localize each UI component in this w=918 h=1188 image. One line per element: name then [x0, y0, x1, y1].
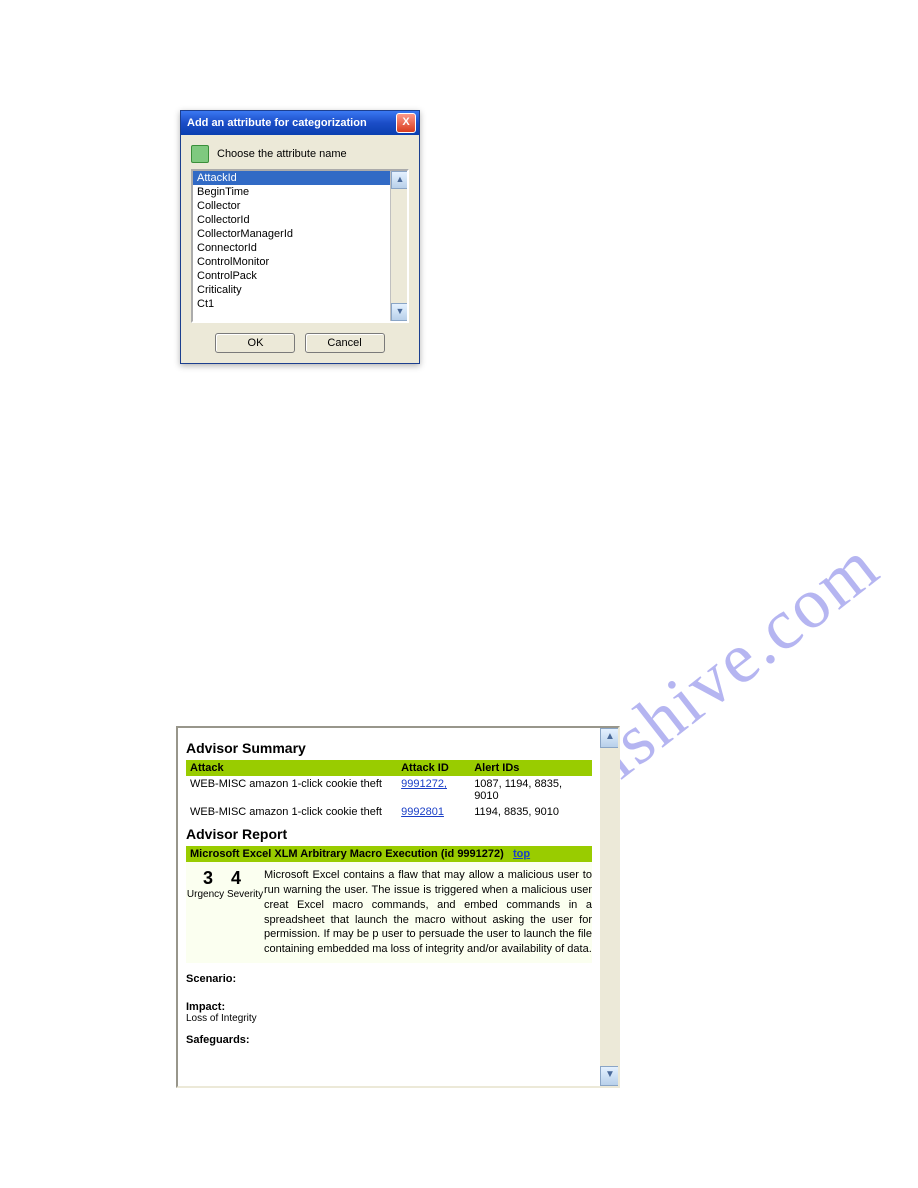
table-header-row: Attack Attack ID Alert IDs [186, 760, 592, 776]
scroll-up-icon[interactable]: ▲ [391, 171, 409, 189]
urgency-label: Urgency [187, 889, 224, 900]
table-row: WEB-MISC amazon 1-click cookie theft 999… [186, 776, 592, 804]
report-header-bar: Microsoft Excel XLM Arbitrary Macro Exec… [186, 846, 592, 862]
list-item[interactable]: CollectorId [193, 213, 391, 227]
scenario-heading: Scenario: [186, 973, 592, 985]
metric-numbers: 34 [186, 868, 264, 889]
top-link[interactable]: top [513, 848, 530, 860]
list-item[interactable]: Collector [193, 199, 391, 213]
cancel-button[interactable]: Cancel [305, 333, 385, 353]
choose-label: Choose the attribute name [217, 148, 347, 160]
scroll-down-icon[interactable]: ▼ [600, 1066, 620, 1086]
report-description: Microsoft Excel contains a flaw that may… [264, 868, 592, 957]
scroll-down-icon[interactable]: ▼ [391, 303, 409, 321]
cell-alerts: 1087, 1194, 8835, 9010 [470, 776, 592, 804]
scroll-up-icon[interactable]: ▲ [600, 728, 620, 748]
col-attack: Attack [186, 760, 397, 776]
ok-button[interactable]: OK [215, 333, 295, 353]
col-alert-ids: Alert IDs [470, 760, 592, 776]
list-item[interactable]: CollectorManagerId [193, 227, 391, 241]
impact-heading: Impact: [186, 1001, 592, 1013]
cell-alerts: 1194, 8835, 9010 [470, 804, 592, 820]
list-item[interactable]: BeginTime [193, 185, 391, 199]
report-bar-text: Microsoft Excel XLM Arbitrary Macro Exec… [190, 848, 504, 860]
safeguards-heading: Safeguards: [186, 1034, 592, 1046]
summary-table: Attack Attack ID Alert IDs WEB-MISC amaz… [186, 760, 592, 820]
list-item[interactable]: ControlMonitor [193, 255, 391, 269]
attack-id-link[interactable]: 9992801 [401, 806, 444, 818]
severity-label: Severity [227, 889, 263, 900]
table-row: WEB-MISC amazon 1-click cookie theft 999… [186, 804, 592, 820]
list-item[interactable]: AttackId [193, 171, 391, 185]
advisor-report-pane: Advisor Summary Attack Attack ID Alert I… [176, 726, 620, 1088]
list-item[interactable]: ControlPack [193, 269, 391, 283]
close-icon[interactable]: X [396, 113, 416, 133]
titlebar[interactable]: Add an attribute for categorization X [181, 111, 419, 135]
advisor-report-title: Advisor Report [186, 826, 592, 842]
metric-labels: Urgency Severity [186, 889, 264, 900]
impact-text: Loss of Integrity [186, 1013, 592, 1024]
listbox-scrollbar[interactable]: ▲ ▼ [390, 171, 407, 321]
list-item[interactable]: ConnectorId [193, 241, 391, 255]
page: manualshive.com Add an attribute for cat… [0, 0, 918, 1188]
metrics: 34 Urgency Severity [186, 868, 264, 900]
col-attack-id: Attack ID [397, 760, 470, 776]
report-scrollbar[interactable]: ▲ ▼ [600, 728, 618, 1086]
list-item[interactable]: Criticality [193, 283, 391, 297]
cell-attack: WEB-MISC amazon 1-click cookie theft [186, 804, 397, 820]
list-item[interactable]: Ct1 [193, 297, 391, 311]
button-row: OK Cancel [191, 333, 409, 353]
dialog-title: Add an attribute for categorization [187, 117, 367, 129]
choose-row: Choose the attribute name [191, 145, 409, 163]
advisor-summary-title: Advisor Summary [186, 740, 592, 756]
severity-value: 4 [231, 868, 259, 888]
attribute-dialog: Add an attribute for categorization X Ch… [180, 110, 420, 364]
attribute-icon [191, 145, 209, 163]
urgency-value: 3 [203, 868, 231, 888]
dialog-body: Choose the attribute name AttackId Begin… [181, 135, 419, 363]
cell-attack: WEB-MISC amazon 1-click cookie theft [186, 776, 397, 804]
report-body: 34 Urgency Severity Microsoft Excel cont… [186, 862, 592, 963]
list-inner: AttackId BeginTime Collector CollectorId… [193, 171, 391, 321]
report-inner: Advisor Summary Attack Attack ID Alert I… [178, 728, 600, 1086]
attack-id-link[interactable]: 9991272, [401, 778, 447, 790]
attribute-listbox[interactable]: AttackId BeginTime Collector CollectorId… [191, 169, 409, 323]
